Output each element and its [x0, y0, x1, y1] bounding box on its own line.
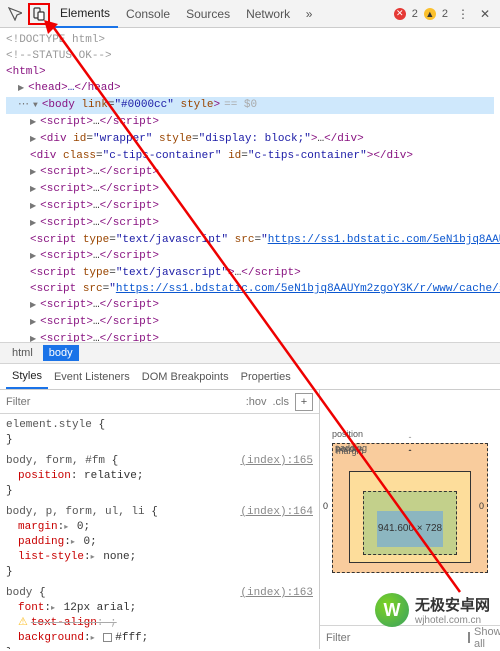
error-icon: ✕ [394, 8, 406, 20]
computed-filter-bar: Show all [320, 625, 500, 649]
error-count: 2 [412, 8, 418, 20]
watermark: W 无极安卓网 wjhotel.com.cn [375, 593, 490, 627]
tab-sources[interactable]: Sources [178, 1, 238, 27]
script-src-node[interactable]: <script type="text/javascript" src="http… [6, 232, 494, 248]
watermark-url: wjhotel.com.cn [415, 615, 490, 626]
kebab-menu-icon[interactable]: ⋮ [454, 5, 472, 23]
box-model[interactable]: position - margin - 0 0 border - padding… [320, 390, 500, 625]
inspect-element-icon[interactable] [4, 3, 26, 25]
error-warning-area[interactable]: ✕ 2 ▲ 2 [394, 8, 448, 20]
hov-toggle[interactable]: :hov [246, 396, 267, 408]
computed-filter-input[interactable] [326, 632, 468, 644]
head-node[interactable]: <head>…</head> [6, 80, 494, 97]
script-node[interactable]: <script>…</script> [6, 164, 494, 181]
script-node[interactable]: <script>…</script> [6, 114, 494, 131]
tab-event-listeners[interactable]: Event Listeners [48, 366, 136, 388]
tab-properties[interactable]: Properties [235, 366, 297, 388]
script-node[interactable]: <script>…</script> [6, 198, 494, 215]
bm-position-label: position [332, 429, 363, 439]
new-rule-icon[interactable]: + [295, 393, 313, 411]
tab-console[interactable]: Console [118, 1, 178, 27]
comment: <!--STATUS OK--> [6, 50, 112, 62]
crumb-html[interactable]: html [6, 345, 39, 361]
tab-network[interactable]: Network [238, 1, 298, 27]
body-node[interactable]: <body link="#0000cc" style>== $0 [6, 97, 494, 114]
styles-rules-pane: :hov .cls + element.style { } (index):16… [0, 390, 320, 649]
warning-count: 2 [442, 8, 448, 20]
tabs-overflow-icon[interactable]: » [300, 5, 318, 23]
styles-filter-bar: :hov .cls + [0, 390, 319, 414]
showall-label: Show all [474, 626, 500, 650]
close-icon[interactable]: ✕ [476, 5, 494, 23]
tab-elements[interactable]: Elements [52, 0, 118, 28]
div-wrapper-node[interactable]: <div id="wrapper" style="display: block;… [6, 131, 494, 148]
breadcrumbs: html body [0, 342, 500, 364]
tab-styles[interactable]: Styles [6, 365, 48, 389]
script-node[interactable]: <script>…</script> [6, 215, 494, 232]
script-src2-node[interactable]: <script src="https://ss1.bdstatic.com/5e… [6, 281, 494, 297]
panel-tabs: Elements Console Sources Network » [52, 0, 394, 28]
script-node[interactable]: <script>…</script> [6, 248, 494, 265]
styles-filter-input[interactable] [6, 396, 240, 408]
html-tag[interactable]: <html> [6, 66, 46, 78]
script-type-node[interactable]: <script type="text/javascript">…</script… [6, 265, 494, 281]
bm-content-dims: 941.600 × 728 [377, 511, 443, 547]
script-node[interactable]: <script>…</script> [6, 181, 494, 198]
showall-checkbox[interactable] [468, 632, 470, 643]
bm-position-top: - [409, 432, 412, 442]
doctype: <!DOCTYPE html> [6, 34, 105, 46]
tab-dom-breakpoints[interactable]: DOM Breakpoints [136, 366, 235, 388]
dom-tree[interactable]: <!DOCTYPE html> <!--STATUS OK--> <html> … [0, 28, 500, 342]
div-tips-node[interactable]: <div class="c-tips-container" id="c-tips… [6, 148, 494, 164]
crumb-body[interactable]: body [43, 345, 79, 361]
watermark-logo-icon: W [375, 593, 409, 627]
devtools-toolbar: Elements Console Sources Network » ✕ 2 ▲… [0, 0, 500, 28]
device-toggle-icon[interactable] [28, 3, 50, 25]
script-node[interactable]: <script>…</script> [6, 314, 494, 331]
watermark-title: 无极安卓网 [415, 594, 490, 615]
script-node[interactable]: <script>…</script> [6, 331, 494, 342]
bm-padding-label: padding [335, 443, 367, 453]
warning-icon: ▲ [424, 8, 436, 20]
css-rules[interactable]: element.style { } (index):165body, form,… [0, 414, 319, 649]
styles-tabs: Styles Event Listeners DOM Breakpoints P… [0, 364, 500, 390]
cls-toggle[interactable]: .cls [273, 396, 290, 408]
script-node[interactable]: <script>…</script> [6, 297, 494, 314]
bm-padding-top: - [409, 445, 412, 455]
